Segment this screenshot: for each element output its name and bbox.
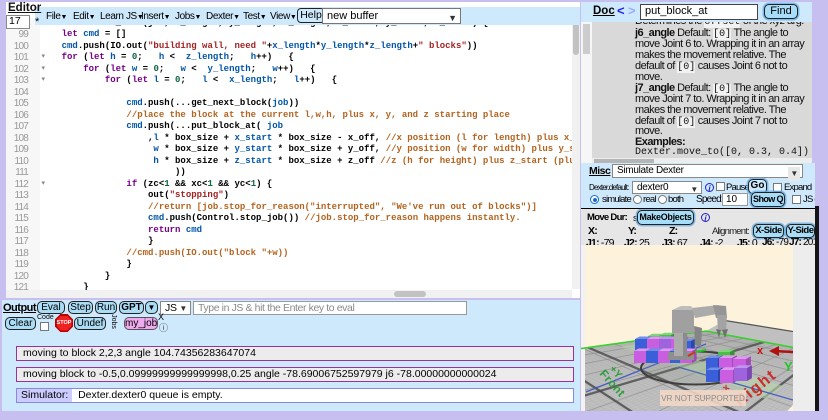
svg-text:x: x — [757, 345, 764, 357]
svg-text:VR NOT SUPPORTED: VR NOT SUPPORTED — [661, 394, 745, 403]
svg-text:Y: Y — [784, 359, 793, 374]
